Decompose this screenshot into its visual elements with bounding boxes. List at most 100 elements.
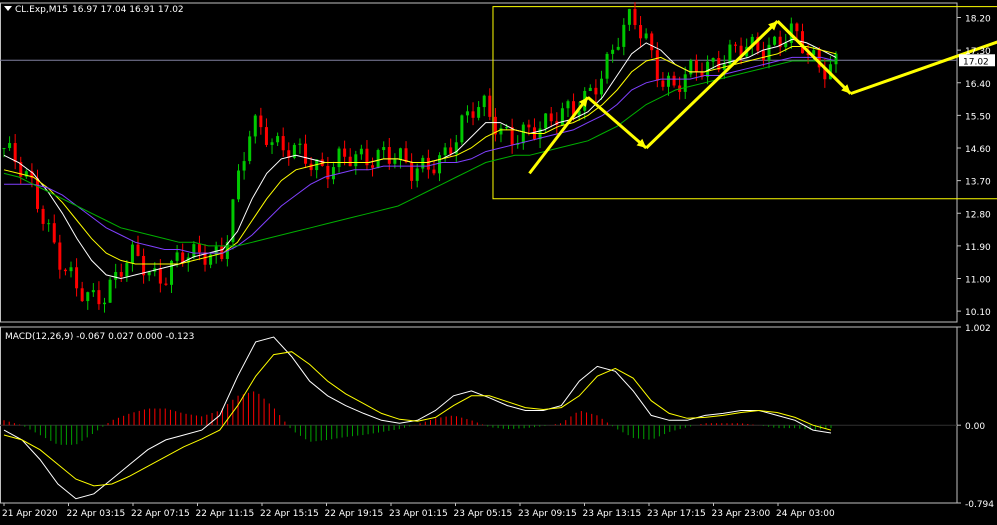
candle-body (242, 161, 246, 171)
x-tick-label: 22 Apr 07:15 (131, 509, 190, 519)
price-tick-label: 13.70 (965, 178, 991, 188)
candle-body (544, 113, 548, 129)
candle-body (683, 74, 687, 92)
candle-body (460, 115, 464, 143)
candle-body (549, 113, 553, 122)
candle-body (58, 242, 62, 270)
candle-body (650, 33, 654, 51)
candle-body (52, 223, 56, 243)
candle-body (655, 50, 659, 81)
candle-body (398, 148, 402, 160)
candle-body (527, 124, 531, 128)
candle-body (175, 252, 179, 261)
candle-body (784, 42, 788, 48)
candle-body (733, 44, 737, 46)
symbol-label: CL.Exp,M15 (15, 5, 68, 15)
candle-body (449, 147, 453, 154)
chart-svg: 18.2017.3016.4015.5014.6013.7012.8011.90… (0, 0, 997, 521)
candle-body (192, 244, 196, 258)
x-tick-label: 22 Apr 15:15 (260, 509, 319, 519)
macd-tick-label: 1.002 (965, 324, 991, 334)
ohlc-label: 16.97 17.04 16.91 17.02 (72, 5, 184, 15)
candle-body (639, 25, 643, 39)
candle-body (560, 108, 564, 125)
candle-body (594, 87, 598, 95)
candle-body (354, 154, 358, 167)
candle-body (309, 163, 313, 171)
candle-body (706, 61, 710, 77)
candle-body (616, 46, 620, 50)
candle-body (622, 24, 626, 47)
price-tick-label: 15.50 (965, 112, 991, 122)
candle-body (599, 78, 603, 95)
x-tick-label: 24 Apr 03:00 (776, 509, 835, 519)
candle-body (694, 60, 698, 72)
candle-body (404, 148, 408, 163)
x-tick-label: 23 Apr 01:15 (389, 509, 448, 519)
candle-body (666, 75, 670, 87)
candle-body (41, 208, 45, 224)
candle-body (108, 279, 112, 303)
candle-body (91, 290, 95, 293)
x-tick-label: 23 Apr 17:15 (647, 509, 706, 519)
candle-body (197, 244, 201, 253)
x-tick-label: 23 Apr 09:15 (518, 509, 577, 519)
candle-body (8, 143, 12, 148)
price-tick-label: 10.10 (965, 308, 991, 318)
candle-body (136, 244, 140, 256)
candle-body (387, 147, 391, 164)
candle-body (834, 53, 838, 65)
candle-body (376, 150, 380, 168)
chart-background (0, 0, 997, 521)
candle-body (672, 75, 676, 86)
candle-body (331, 167, 335, 180)
candle-body (627, 8, 631, 25)
candle-body (371, 165, 375, 168)
candle-body (499, 128, 503, 135)
candle-body (426, 157, 430, 170)
candle-body (75, 267, 79, 289)
candle-body (432, 169, 436, 174)
candle-body (130, 244, 134, 263)
price-tick-label: 11.00 (965, 276, 991, 286)
candle-body (728, 44, 732, 65)
candle-body (86, 292, 90, 302)
candle-body (795, 23, 799, 32)
candle-body (281, 136, 285, 151)
candle-body (276, 136, 280, 143)
candle-body (415, 168, 419, 181)
candle-body (114, 272, 118, 280)
candle-body (521, 124, 525, 144)
candle-body (343, 148, 347, 157)
x-tick-label: 22 Apr 19:15 (325, 509, 384, 519)
candle-body (661, 80, 665, 87)
x-tick-label: 23 Apr 05:15 (454, 509, 513, 519)
candle-body (270, 142, 274, 145)
chart-area[interactable]: 18.20 17.30 16.40 15.50 14.60 13.70 12.80 11.90… (0, 0, 997, 521)
candle-body (259, 115, 263, 128)
candle-body (13, 143, 17, 163)
candle-body (119, 272, 123, 277)
x-tick-label: 23 Apr 13:15 (583, 509, 642, 519)
macd-label: MACD(12,26,9) -0.067 0.027 0.000 -0.123 (5, 332, 194, 342)
candle-body (326, 165, 330, 180)
candle-body (611, 49, 615, 54)
candle-body (237, 170, 241, 200)
macd-tick-label: -0.794 (965, 500, 994, 510)
x-tick-label: 21 Apr 2020 (2, 509, 58, 519)
candle-body (253, 115, 257, 137)
candle-body (588, 87, 592, 91)
candle-body (465, 111, 469, 116)
candle-body (103, 302, 107, 305)
candle-body (438, 155, 442, 174)
candle-body (69, 267, 73, 272)
candle-body (348, 156, 352, 167)
candle-body (488, 95, 492, 117)
candle-body (298, 143, 302, 145)
candle-body (158, 268, 162, 284)
macd-tick-label: 0.00 (965, 422, 985, 432)
candle-body (761, 50, 765, 61)
candle-body (80, 288, 84, 302)
candle-body (566, 101, 570, 109)
candle-body (443, 147, 447, 156)
